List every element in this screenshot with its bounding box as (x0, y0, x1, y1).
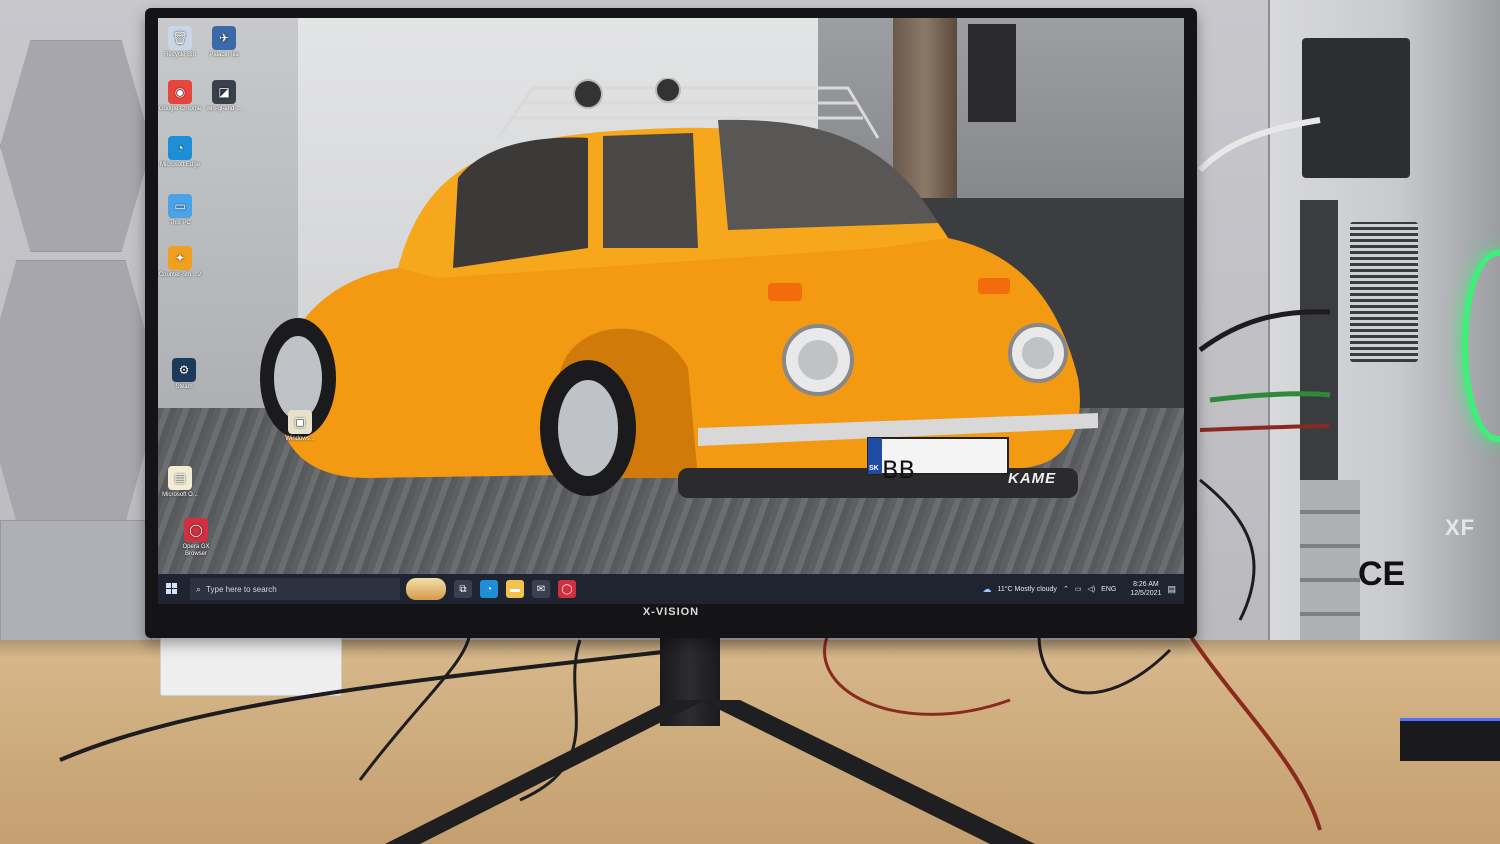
taskbar-search-box[interactable]: ⌕ Type here to search (190, 578, 400, 600)
notifications-icon[interactable]: ▤ (1167, 584, 1176, 595)
windows-logo-icon (166, 583, 177, 594)
wallpaper-car (260, 78, 1098, 498)
desktop-icon[interactable]: ◯ Opera GX Browser (174, 518, 218, 558)
app-icon: ◉ (168, 80, 192, 104)
desktop-icon[interactable]: ▭ This PC (158, 194, 202, 227)
screen: SK BB KAME 🗑 Recycle Bin ✈ Paladin Ilia ◉ Goo… (158, 18, 1184, 604)
desktop-icon-label: Recycle Bin (164, 52, 196, 58)
pinned-apps: ⧉ ◔ ▬ ✉ ◯ (446, 580, 576, 598)
wallpaper-brand-mark: KAME (1008, 470, 1057, 487)
desktop-icon-label: win-gl-and-... (206, 106, 242, 112)
system-tray: ☁ 11°C Mostly cloudy ⌃ ▭ ◁) ENG 8:26 AM … (976, 580, 1184, 598)
weather-text[interactable]: 11°C Mostly cloudy (997, 586, 1056, 593)
clock[interactable]: 8:26 AM 12/5/2021 (1124, 580, 1161, 598)
app-icon: ▤ (168, 466, 192, 490)
desktop-icon-label: Google Chrome (158, 106, 202, 112)
network-icon[interactable]: ▭ (1075, 585, 1082, 593)
chevron-up-icon[interactable]: ⌃ (1063, 585, 1069, 593)
desktop-icon-label: Steam (175, 384, 193, 390)
search-highlight-widget[interactable] (406, 578, 446, 600)
desktop-icon[interactable]: ⚙ Steam (162, 358, 206, 391)
edge-icon[interactable]: ◔ (480, 580, 498, 598)
desktop-icon-label: Microsoft O... (162, 492, 198, 498)
app-icon: ▭ (168, 194, 192, 218)
desktop-icon[interactable]: ◉ Google Chrome (158, 80, 202, 113)
license-plate: BB (882, 456, 915, 484)
taskbar: ⌕ Type here to search ⧉ ◔ ▬ ✉ ◯ ☁ 11°C Mostl… (158, 574, 1184, 604)
app-icon: ◔ (168, 136, 192, 160)
app-icon: 🗑 (168, 26, 192, 50)
monitor-brand-logo: X-VISION (642, 606, 700, 618)
clock-time: 8:26 AM (1133, 581, 1159, 588)
app-icon: ✦ (168, 246, 192, 270)
desktop-icon-label: Microsoft Edge (159, 162, 201, 168)
desktop-icon[interactable]: ▣ Windows... (278, 410, 322, 443)
start-button[interactable] (158, 574, 186, 604)
app-icon: ◪ (212, 80, 236, 104)
app-icon: ✈ (212, 26, 236, 50)
desktop-icon-label: Paladin Ilia (209, 52, 239, 58)
clock-date: 12/5/2021 (1130, 590, 1162, 597)
opera-gx-icon[interactable]: ◯ (558, 580, 576, 598)
desktop-icon[interactable]: ✦ Counter-Stri... 2 (158, 246, 202, 279)
app-icon: ▣ (288, 410, 312, 434)
search-icon: ⌕ (196, 583, 202, 594)
desktop-icon[interactable]: ◔ Microsoft Edge (158, 136, 202, 169)
mail-icon[interactable]: ✉ (532, 580, 550, 598)
search-placeholder: Type here to search (206, 584, 277, 594)
desktop-icon-label: Opera GX Browser (182, 544, 210, 557)
license-plate-prefix: SK (869, 465, 879, 472)
desktop-icon-label: This PC (169, 220, 191, 226)
weather-icon[interactable]: ☁ (982, 584, 991, 595)
desktop-icon[interactable]: ◪ win-gl-and-... (202, 80, 246, 113)
desktop-icon[interactable]: 🗑 Recycle Bin (158, 26, 202, 59)
volume-icon[interactable]: ◁) (1087, 585, 1095, 593)
app-icon: ⚙ (172, 358, 196, 382)
app-icon: ◯ (184, 518, 208, 542)
task-view-icon[interactable]: ⧉ (454, 580, 472, 598)
language-indicator[interactable]: ENG (1101, 586, 1116, 593)
desktop-icon-label: Windows... (285, 436, 315, 442)
desktop-icon[interactable]: ▤ Microsoft O... (158, 466, 202, 499)
desktop-icon-label: Counter-Stri... 2 (158, 272, 202, 278)
photo-scene: XF CE X-VISION SK BB KAME 🗑 Recycle Bin … (0, 0, 1500, 844)
file-explorer-icon[interactable]: ▬ (506, 580, 524, 598)
desktop-icon[interactable]: ✈ Paladin Ilia (202, 26, 246, 59)
